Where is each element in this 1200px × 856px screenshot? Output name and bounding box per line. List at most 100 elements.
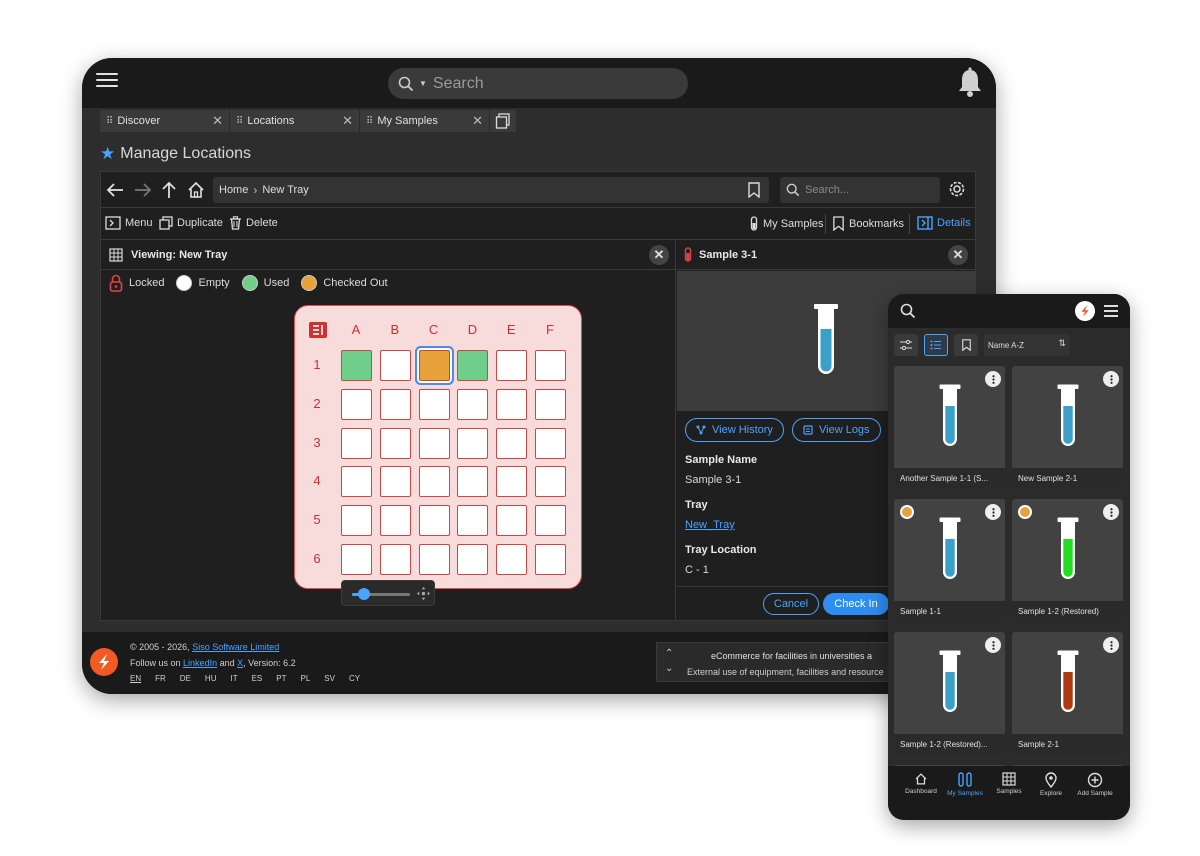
tray-slot-d2[interactable]: [457, 388, 489, 420]
nav-add-sample[interactable]: Add Sample: [1072, 772, 1118, 797]
more-options-icon[interactable]: [985, 504, 1001, 520]
tray-slot-b5[interactable]: [379, 505, 411, 537]
tray-slot-d4[interactable]: [457, 466, 489, 498]
tray-slot-e3[interactable]: [496, 427, 528, 459]
tray-slot-c4[interactable]: [418, 466, 450, 498]
sample-card[interactable]: Sample 2-1: [1012, 632, 1123, 754]
language-es[interactable]: ES: [252, 674, 263, 683]
drag-grip-icon[interactable]: ⠿: [366, 116, 373, 127]
list-view-button[interactable]: [924, 334, 948, 356]
tray-slot-a6[interactable]: [341, 544, 372, 575]
language-it[interactable]: IT: [230, 674, 237, 683]
delete-button[interactable]: Delete: [229, 216, 278, 230]
tray-slot-e6[interactable]: [496, 544, 528, 575]
tray-slot-e2[interactable]: [496, 388, 528, 420]
sort-direction-icon[interactable]: ⇅: [1058, 338, 1066, 349]
more-options-icon[interactable]: [1103, 504, 1119, 520]
tray-slot-d6[interactable]: [457, 544, 489, 575]
view-logs-button[interactable]: View Logs: [792, 418, 881, 442]
bell-icon[interactable]: [956, 67, 984, 99]
chevron-down-icon[interactable]: ⌄: [665, 663, 673, 674]
location-search-input[interactable]: Search...: [780, 177, 940, 203]
bookmarks-button[interactable]: Bookmarks: [832, 216, 904, 231]
breadcrumb-home[interactable]: Home: [219, 184, 248, 196]
tray-slot-b4[interactable]: [379, 466, 411, 498]
menu-button[interactable]: Menu: [105, 216, 153, 230]
tray-slot-f4[interactable]: [535, 466, 566, 498]
tray-slot-e5[interactable]: [496, 505, 528, 537]
close-tab-icon[interactable]: ✕: [342, 113, 353, 129]
tray-slot-f3[interactable]: [535, 427, 566, 459]
breadcrumb-current[interactable]: New Tray: [262, 184, 308, 196]
close-viewer-button[interactable]: ✕: [649, 245, 669, 265]
tray-slot-f2[interactable]: [535, 388, 566, 420]
tray-slot-a1[interactable]: [341, 350, 372, 381]
tray-slot-a5[interactable]: [341, 505, 372, 537]
zoom-slider-handle[interactable]: [357, 588, 370, 600]
tray-slot-b3[interactable]: [379, 427, 411, 459]
home-icon[interactable]: [186, 180, 206, 200]
new-tab-button[interactable]: [490, 110, 516, 132]
tray-slot-b2[interactable]: [379, 388, 411, 420]
tray-slot-b6[interactable]: [379, 544, 411, 575]
language-pt[interactable]: PT: [276, 674, 286, 683]
company-link[interactable]: Siso Software Limited: [192, 642, 279, 652]
nav-samples[interactable]: Samples: [986, 772, 1032, 795]
tray-slot-c6[interactable]: [418, 544, 450, 575]
tray-slot-f5[interactable]: [535, 505, 566, 537]
tray-slot-a3[interactable]: [341, 427, 372, 459]
sample-card[interactable]: Another Sample 1-1 (S...: [894, 366, 1005, 488]
tray-slot-e4[interactable]: [496, 466, 528, 498]
hamburger-menu-icon[interactable]: [96, 72, 118, 92]
my-samples-button[interactable]: My Samples: [749, 216, 824, 232]
more-options-icon[interactable]: [985, 637, 1001, 653]
tray-slot-f1[interactable]: [535, 350, 566, 381]
sample-card[interactable]: Sample 1-1: [894, 499, 1005, 621]
search-dropdown-caret-icon[interactable]: ▼: [419, 79, 427, 88]
duplicate-button[interactable]: Duplicate: [159, 216, 223, 230]
star-icon[interactable]: ★: [100, 144, 115, 164]
tray-link[interactable]: New_Tray: [685, 519, 735, 531]
linkedin-link[interactable]: LinkedIn: [183, 658, 217, 668]
bookmark-icon[interactable]: [747, 182, 761, 198]
language-en[interactable]: EN: [130, 674, 141, 683]
drag-grip-icon[interactable]: ⠿: [106, 116, 113, 127]
nav-dashboard[interactable]: Dashboard: [898, 772, 944, 795]
hamburger-menu-icon[interactable]: [1104, 305, 1118, 317]
sample-card[interactable]: Sample 1-2 (Restored): [1012, 499, 1123, 621]
view-history-button[interactable]: View History: [685, 418, 784, 442]
nav-my-samples[interactable]: My Samples: [942, 772, 988, 797]
up-arrow-icon[interactable]: [159, 180, 179, 200]
check-in-button[interactable]: Check In: [823, 593, 889, 615]
more-options-icon[interactable]: [1103, 371, 1119, 387]
sample-card[interactable]: New Sample 2-1: [1012, 366, 1123, 488]
sort-select[interactable]: Name A-Z ⇅: [984, 334, 1070, 356]
tab-discover[interactable]: ⠿ Discover ✕: [100, 110, 230, 132]
bookmark-filter-button[interactable]: [954, 334, 978, 356]
back-arrow-icon[interactable]: [105, 180, 125, 200]
tray-slot-d1[interactable]: [457, 350, 489, 381]
sample-card[interactable]: Sample 1-2 (Restored)...: [894, 632, 1005, 754]
language-fr[interactable]: FR: [155, 674, 166, 683]
global-search[interactable]: ▼ Search: [388, 68, 688, 99]
more-options-icon[interactable]: [985, 371, 1001, 387]
language-cy[interactable]: CY: [349, 674, 360, 683]
tab-locations[interactable]: ⠿ Locations ✕: [230, 110, 360, 132]
search-icon[interactable]: [900, 303, 916, 319]
tray-slot-e1[interactable]: [496, 350, 528, 381]
details-button[interactable]: Details: [917, 216, 971, 230]
language-sv[interactable]: SV: [324, 674, 335, 683]
tab-my-samples[interactable]: ⠿ My Samples ✕: [360, 110, 490, 132]
language-pl[interactable]: PL: [301, 674, 311, 683]
tray-slot-d3[interactable]: [457, 427, 489, 459]
tray-menu-icon[interactable]: [309, 322, 327, 338]
tray-slot-c2[interactable]: [418, 388, 450, 420]
tray-slot-a2[interactable]: [341, 388, 372, 420]
close-tab-icon[interactable]: ✕: [472, 113, 483, 129]
tray-slot-c1[interactable]: [418, 350, 450, 381]
language-de[interactable]: DE: [180, 674, 191, 683]
tray-slot-d5[interactable]: [457, 505, 489, 537]
fit-to-screen-icon[interactable]: [416, 586, 431, 601]
filter-button[interactable]: [894, 334, 918, 356]
chevron-up-icon[interactable]: ⌃: [665, 648, 673, 659]
